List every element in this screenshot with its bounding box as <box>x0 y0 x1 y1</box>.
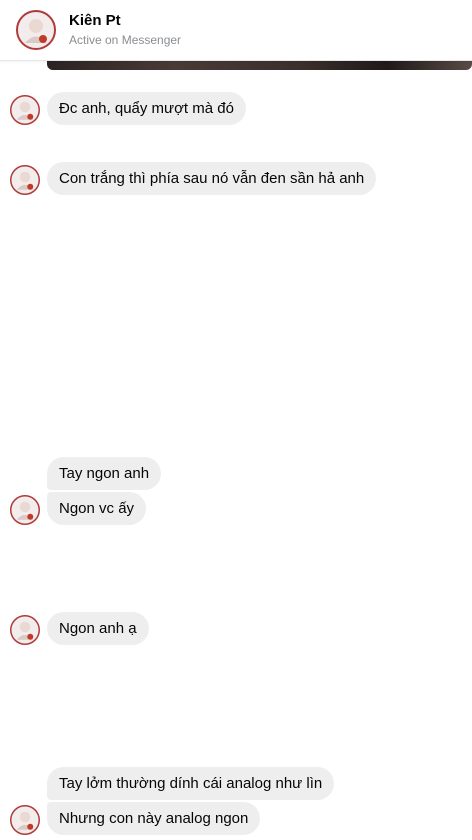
message-bubble[interactable]: Tay lởm thường dính cái analog như lìn <box>47 767 335 800</box>
chat-header: Kiên Pt Active on Messenger <box>0 0 472 61</box>
message-avatar[interactable] <box>10 615 40 645</box>
image-attachment[interactable] <box>47 60 472 70</box>
message-bubble[interactable]: Đc anh, quẩy mượt mà đó <box>47 92 246 125</box>
message-bubble[interactable]: Ngon vc ấy <box>47 492 147 525</box>
message-avatar[interactable] <box>10 95 40 125</box>
message-bubble[interactable]: Nhưng con này analog ngon <box>47 802 261 835</box>
message-avatar[interactable] <box>10 165 40 195</box>
message-bubble[interactable]: Tay ngon anh <box>47 457 162 490</box>
message-bubble[interactable]: Con trắng thì phía sau nó vẫn đen sần hả… <box>47 162 377 195</box>
message-bubble[interactable]: Ngon anh ạ <box>47 612 149 645</box>
contact-name[interactable]: Kiên Pt <box>69 12 121 29</box>
message-avatar[interactable] <box>10 495 40 525</box>
message-avatar[interactable] <box>10 805 40 835</box>
contact-avatar[interactable] <box>16 10 56 50</box>
contact-status: Active on Messenger <box>69 33 182 47</box>
